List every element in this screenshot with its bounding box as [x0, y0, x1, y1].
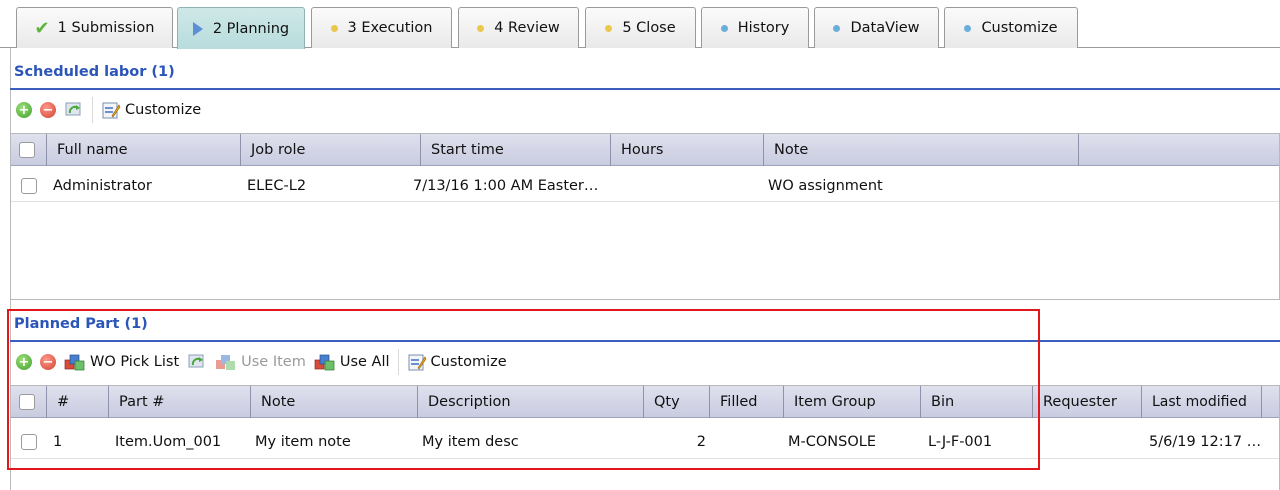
- row-checkbox[interactable]: [21, 178, 37, 194]
- refresh-labor-button[interactable]: [60, 95, 88, 125]
- yellow-dot-icon: [330, 24, 338, 32]
- add-labor-button[interactable]: +: [12, 95, 36, 125]
- yellow-dot-icon: [477, 24, 485, 32]
- blue-dot-icon: [833, 24, 841, 32]
- refresh-icon: [65, 102, 81, 116]
- remove-labor-button[interactable]: −: [36, 95, 60, 125]
- tab-execution[interactable]: 3 Execution: [311, 7, 452, 48]
- labor-toolbar: + − Customize: [12, 93, 205, 127]
- row-divider: [11, 201, 1279, 202]
- scheduled-labor-title: Scheduled labor (1): [14, 64, 175, 80]
- add-icon: +: [16, 102, 32, 118]
- select-all-cell: [11, 134, 47, 166]
- column-header-hours[interactable]: Hours: [611, 134, 764, 166]
- cell-full-name: Administrator: [53, 178, 152, 194]
- column-header-note[interactable]: Note: [764, 134, 1079, 166]
- column-header-last-modified[interactable]: Last modified: [1142, 386, 1262, 418]
- tab-label: 4 Review: [494, 20, 560, 36]
- cell-start-time: 7/13/16 1:00 AM Easter…: [413, 178, 599, 194]
- highlight-annotation-box: [7, 309, 1040, 470]
- tab-dataview[interactable]: DataView: [814, 7, 939, 48]
- column-header-start-time[interactable]: Start time: [421, 134, 611, 166]
- yellow-dot-icon: [605, 24, 613, 32]
- column-header-job-role[interactable]: Job role: [241, 134, 421, 166]
- column-header-requester[interactable]: Requester: [1033, 386, 1142, 418]
- row-select-cell: [11, 171, 47, 201]
- customize-icon: [102, 102, 121, 119]
- tab-customize[interactable]: Customize: [944, 7, 1078, 48]
- tab-label: 3 Execution: [347, 20, 433, 36]
- column-header-full-name[interactable]: Full name: [47, 134, 241, 166]
- remove-icon: −: [40, 102, 56, 118]
- tab-history[interactable]: History: [701, 7, 809, 48]
- play-arrow-icon: [192, 21, 203, 36]
- check-icon: ✔: [34, 17, 50, 39]
- select-all-checkbox[interactable]: [19, 142, 35, 158]
- scheduled-labor-grid: Full name Job role Start time Hours Note…: [10, 133, 1280, 300]
- cell-last-modified: 5/6/19 12:17 …: [1149, 434, 1262, 450]
- customize-label: Customize: [125, 102, 202, 118]
- cell-hours: [611, 171, 764, 201]
- tab-submission[interactable]: ✔ 1 Submission: [16, 7, 173, 48]
- tab-close[interactable]: 5 Close: [585, 7, 696, 48]
- labor-customize-button[interactable]: Customize: [97, 95, 205, 125]
- tab-label: DataView: [850, 20, 920, 36]
- tab-label: 2 Planning: [212, 20, 290, 37]
- cell-job-role: ELEC-L2: [247, 178, 307, 194]
- tab-label: 5 Close: [622, 20, 676, 36]
- grid-header: Full name Job role Start time Hours Note: [11, 134, 1279, 166]
- blue-dot-icon: [720, 24, 728, 32]
- tab-label: History: [737, 20, 790, 36]
- tab-review[interactable]: 4 Review: [458, 7, 579, 48]
- cell-requester: [1033, 427, 1142, 457]
- cell-note: WO assignment: [768, 178, 883, 194]
- blue-dot-icon: [964, 24, 972, 32]
- tab-planning[interactable]: 2 Planning: [177, 7, 305, 49]
- tab-bar: ✔ 1 Submission 2 Planning 3 Execution 4 …: [0, 0, 1280, 49]
- tab-label: Customize: [981, 20, 1058, 36]
- tab-label: 1 Submission: [57, 20, 155, 36]
- toolbar-separator: [92, 97, 93, 123]
- table-row[interactable]: Administrator ELEC-L2 7/13/16 1:00 AM Ea…: [11, 171, 1279, 201]
- section-divider: [10, 88, 1280, 90]
